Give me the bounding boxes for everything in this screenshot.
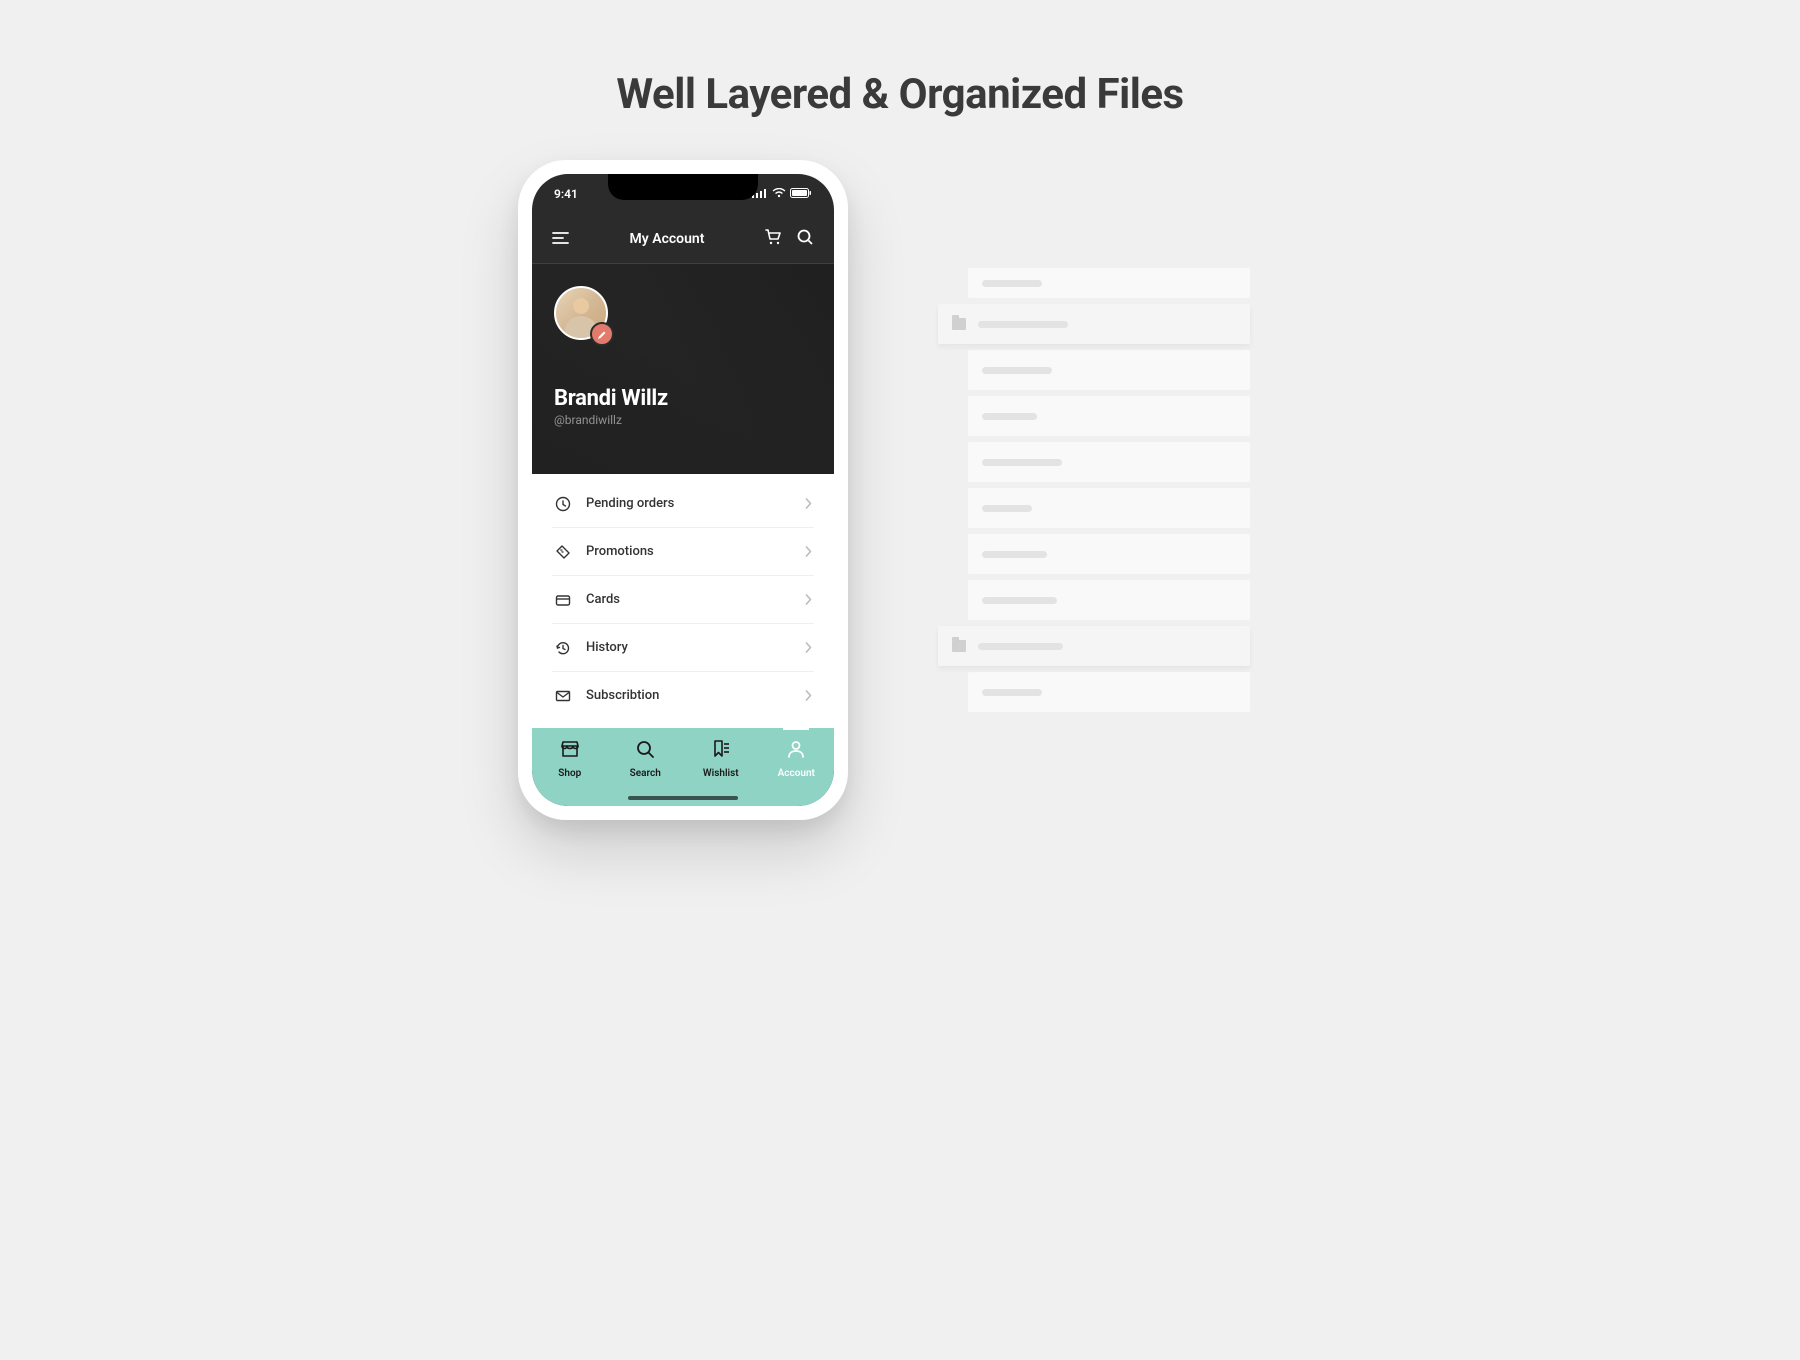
wifi-icon xyxy=(772,187,786,201)
shop-icon xyxy=(559,738,581,764)
chevron-right-icon xyxy=(805,590,812,609)
menu-item-label: Promotions xyxy=(586,544,791,559)
tab-label: Shop xyxy=(558,768,581,779)
topbar-title: My Account xyxy=(630,231,705,247)
layer-row xyxy=(968,396,1250,436)
tab-wishlist[interactable]: Wishlist xyxy=(683,738,759,779)
layer-folder-row xyxy=(938,304,1250,344)
menu-item-subscription[interactable]: Subscribtion xyxy=(552,672,814,719)
layer-row xyxy=(968,488,1250,528)
menu-item-label: Pending orders xyxy=(586,496,791,511)
layer-row xyxy=(968,580,1250,620)
wishlist-icon xyxy=(710,738,732,764)
layer-row xyxy=(968,268,1250,298)
layer-row xyxy=(968,672,1250,712)
tab-search[interactable]: Search xyxy=(608,738,684,779)
cart-icon[interactable] xyxy=(764,228,782,250)
tag-icon: % xyxy=(554,544,572,560)
status-time: 9:41 xyxy=(554,187,578,201)
chevron-right-icon xyxy=(805,638,812,657)
profile-hero: Brandi Willz @brandiwillz xyxy=(532,264,834,474)
layer-row xyxy=(968,442,1250,482)
menu-item-cards[interactable]: Cards xyxy=(552,576,814,624)
menu-item-pending-orders[interactable]: Pending orders xyxy=(552,480,814,528)
tab-account[interactable]: Account xyxy=(759,738,835,779)
layers-panel-illustration xyxy=(938,274,1250,718)
chevron-right-icon xyxy=(805,494,812,513)
card-icon xyxy=(554,592,572,608)
page-heading: Well Layered & Organized Files xyxy=(228,70,1572,119)
menu-icon[interactable] xyxy=(552,229,570,248)
menu-item-label: Cards xyxy=(586,592,791,607)
phone-mockup: 9:41 My Account xyxy=(518,160,848,820)
tab-label: Wishlist xyxy=(703,768,739,779)
folder-icon xyxy=(952,640,966,652)
account-icon xyxy=(785,738,807,764)
tab-label: Search xyxy=(630,768,661,779)
home-indicator xyxy=(628,796,738,800)
mail-icon xyxy=(554,688,572,704)
app-topbar: My Account xyxy=(532,214,834,264)
layer-row xyxy=(968,350,1250,390)
pencil-icon xyxy=(597,325,607,344)
battery-icon xyxy=(790,187,812,201)
search-icon[interactable] xyxy=(796,228,814,250)
layer-folder-row xyxy=(938,626,1250,666)
folder-icon xyxy=(952,318,966,330)
chevron-right-icon xyxy=(805,542,812,561)
menu-item-history[interactable]: History xyxy=(552,624,814,672)
tab-label: Account xyxy=(778,768,815,779)
search-icon xyxy=(634,738,656,764)
tab-shop[interactable]: Shop xyxy=(532,738,608,779)
profile-name: Brandi Willz xyxy=(554,386,812,411)
layer-row xyxy=(968,534,1250,574)
chevron-right-icon xyxy=(805,686,812,705)
svg-text:%: % xyxy=(560,549,564,555)
account-menu: Pending orders % Promotions xyxy=(532,474,834,736)
menu-item-label: History xyxy=(586,640,791,655)
history-icon xyxy=(554,640,572,656)
phone-notch xyxy=(608,174,758,200)
menu-item-promotions[interactable]: % Promotions xyxy=(552,528,814,576)
bottom-tab-bar: Shop Search Wishlist xyxy=(532,728,834,806)
avatar-container xyxy=(554,286,608,340)
clock-icon xyxy=(554,496,572,512)
edit-avatar-button[interactable] xyxy=(590,322,614,346)
menu-item-label: Subscribtion xyxy=(586,688,791,703)
profile-handle: @brandiwillz xyxy=(554,413,812,427)
